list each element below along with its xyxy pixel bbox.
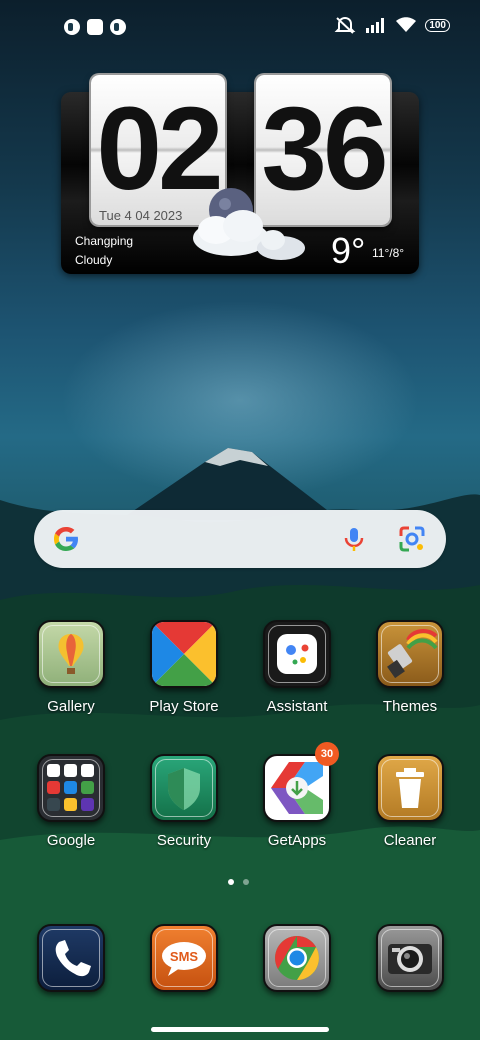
lens-icon[interactable] bbox=[398, 525, 426, 553]
phone-icon bbox=[37, 924, 105, 992]
app-notification-icon bbox=[110, 19, 126, 35]
page-dot bbox=[243, 879, 249, 885]
app-label: GetApps bbox=[267, 832, 327, 849]
cleaner-icon bbox=[376, 754, 444, 822]
cloudy-night-icon bbox=[193, 188, 305, 260]
chrome-icon bbox=[263, 924, 331, 992]
app-cleaner[interactable]: Cleaner bbox=[360, 754, 460, 849]
widget-temperature: 9° bbox=[331, 230, 366, 271]
themes-icon bbox=[376, 620, 444, 688]
mute-icon bbox=[334, 16, 356, 34]
sms-icon-text: SMS bbox=[170, 949, 199, 964]
dock-sms[interactable]: SMS bbox=[134, 924, 234, 992]
signal-icon bbox=[366, 18, 385, 33]
app-getapps[interactable]: 30 GetApps bbox=[247, 742, 347, 849]
dock-phone[interactable] bbox=[21, 924, 121, 992]
dock-camera[interactable] bbox=[360, 924, 460, 992]
app-label: Security bbox=[156, 832, 212, 849]
widget-date: Tue 4 04 2023 bbox=[99, 208, 183, 223]
app-assistant[interactable]: Assistant bbox=[247, 620, 347, 715]
app-folder-google[interactable]: Google bbox=[21, 754, 121, 849]
clock-weather-widget[interactable]: 02 36 Tue 4 04 2023 Changping Cloudy 9° … bbox=[61, 75, 419, 274]
camera-icon bbox=[376, 924, 444, 992]
widget-temp-range: 11°/8° bbox=[372, 246, 405, 260]
status-bar: 100 bbox=[0, 0, 480, 56]
page-dot-active bbox=[228, 879, 234, 885]
google-folder-icon bbox=[37, 754, 105, 822]
notification-icons bbox=[64, 19, 126, 35]
app-label: Google bbox=[46, 832, 96, 849]
page-indicator bbox=[228, 879, 249, 885]
wifi-icon bbox=[396, 17, 417, 32]
getapps-icon: 30 bbox=[263, 742, 339, 822]
mic-icon[interactable] bbox=[340, 525, 368, 553]
assistant-icon bbox=[263, 620, 331, 688]
play-store-icon bbox=[150, 620, 218, 688]
app-label: Cleaner bbox=[383, 832, 437, 849]
security-icon bbox=[150, 754, 218, 822]
app-security[interactable]: Security bbox=[134, 754, 234, 849]
battery-indicator: 100 bbox=[425, 18, 450, 32]
notification-badge: 30 bbox=[315, 742, 339, 766]
google-g-icon bbox=[54, 527, 78, 551]
app-themes[interactable]: Themes bbox=[360, 620, 460, 715]
gallery-icon bbox=[37, 620, 105, 688]
google-search-bar[interactable] bbox=[34, 510, 446, 568]
square-notification-icon bbox=[87, 19, 103, 35]
sms-icon: SMS bbox=[150, 924, 218, 992]
app-notification-icon bbox=[64, 19, 80, 35]
widget-city: Changping bbox=[75, 234, 134, 248]
app-label: Assistant bbox=[266, 698, 328, 715]
app-play-store[interactable]: Play Store bbox=[134, 620, 234, 715]
app-gallery[interactable]: Gallery bbox=[21, 620, 121, 715]
home-gesture-bar[interactable] bbox=[151, 1027, 329, 1032]
widget-condition: Cloudy bbox=[75, 253, 113, 267]
app-label: Gallery bbox=[47, 698, 95, 715]
app-label: Themes bbox=[382, 698, 438, 715]
app-label: Play Store bbox=[149, 698, 219, 715]
dock-chrome[interactable] bbox=[247, 924, 347, 992]
